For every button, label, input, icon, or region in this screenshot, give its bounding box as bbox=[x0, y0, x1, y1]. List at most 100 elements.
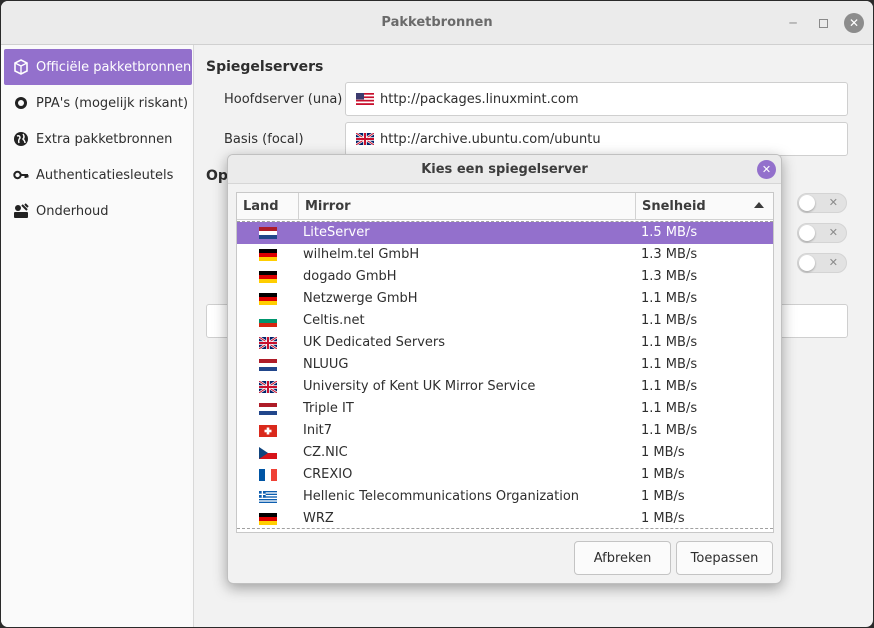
mirror-name: Celtis.net bbox=[303, 313, 365, 328]
flag-de-icon bbox=[259, 249, 277, 261]
mirror-speed: 1 MB/s bbox=[641, 511, 685, 526]
key-icon bbox=[13, 167, 29, 183]
title-bar: Pakketbronnen ─ ✕ bbox=[1, 1, 873, 45]
mirror-row[interactable]: Celtis.net 1.1 MB/s bbox=[237, 310, 773, 332]
list-header: Land Mirror Snelheid bbox=[237, 193, 773, 220]
sidebar-item-label: Extra pakketbronnen bbox=[36, 131, 173, 147]
off-icon: ✕ bbox=[828, 226, 838, 239]
mirror-row[interactable]: LiteServer 1.5 MB/s bbox=[237, 222, 773, 244]
flag-nl-icon bbox=[259, 403, 277, 415]
mirror-row[interactable]: Init7 1.1 MB/s bbox=[237, 420, 773, 442]
mirror-speed: 1.1 MB/s bbox=[641, 423, 698, 438]
mirror-name: wilhelm.tel GmbH bbox=[303, 247, 420, 262]
off-icon: ✕ bbox=[828, 196, 838, 209]
mirror-name: WRZ bbox=[303, 511, 334, 526]
mirror-name: NLUUG bbox=[303, 357, 349, 372]
globe-icon bbox=[13, 131, 29, 147]
mirror-name: CZ.NIC bbox=[303, 445, 348, 460]
flag-de-icon bbox=[259, 293, 277, 305]
close-icon: ✕ bbox=[848, 16, 860, 30]
mirror-speed: 1.1 MB/s bbox=[641, 291, 698, 306]
flag-de-icon bbox=[259, 513, 277, 525]
mirror-row[interactable]: CREXIO 1 MB/s bbox=[237, 464, 773, 486]
mirror-speed: 1.3 MB/s bbox=[641, 247, 698, 262]
sidebar-item-label: Authenticatiesleutels bbox=[36, 167, 174, 183]
mirror-speed: 1.1 MB/s bbox=[641, 313, 698, 328]
column-header-speed-label: Snelheid bbox=[642, 199, 706, 214]
mirror-row[interactable]: dogado GmbH 1.3 MB/s bbox=[237, 266, 773, 288]
mirror-list: Land Mirror Snelheid LiteServer 1.5 MB/s w… bbox=[236, 192, 774, 533]
mirror-rows: LiteServer 1.5 MB/s wilhelm.tel GmbH 1.3 MB… bbox=[237, 221, 773, 529]
column-header-mirror[interactable]: Mirror bbox=[299, 193, 636, 220]
sidebar-item-label: Officiële pakketbronnen bbox=[36, 59, 192, 75]
main-mirror-button[interactable]: http://packages.linuxmint.com bbox=[345, 82, 848, 116]
flag-gb-icon bbox=[259, 381, 277, 393]
flag-nl-icon bbox=[259, 359, 277, 371]
base-mirror-button[interactable]: http://archive.ubuntu.com/ubuntu bbox=[345, 122, 848, 156]
mirror-speed: 1.1 MB/s bbox=[641, 357, 698, 372]
mirror-name: University of Kent UK Mirror Service bbox=[303, 379, 536, 394]
flag-de-icon bbox=[259, 271, 277, 283]
sidebar-item-ppa[interactable]: PPA's (mogelijk riskant) bbox=[4, 85, 192, 121]
off-icon: ✕ bbox=[828, 256, 838, 269]
option-toggle-2[interactable]: ✕ bbox=[797, 223, 847, 243]
mirror-row[interactable]: University of Kent UK Mirror Service 1.1 … bbox=[237, 376, 773, 398]
cancel-button[interactable]: Afbreken bbox=[574, 541, 671, 575]
section-heading-mirrors: Spiegelservers bbox=[206, 59, 324, 75]
mirror-name: Netzwerge GmbH bbox=[303, 291, 418, 306]
close-window-button[interactable]: ✕ bbox=[844, 13, 864, 33]
section-heading-options: Op bbox=[206, 168, 228, 184]
base-mirror-label: Basis (focal) bbox=[224, 132, 304, 147]
flag-ch-icon bbox=[259, 425, 277, 437]
sidebar-item-keys[interactable]: Authenticatiesleutels bbox=[4, 157, 192, 193]
mirror-name: LiteServer bbox=[303, 225, 370, 240]
dialog-title: Kies een spiegelserver bbox=[421, 162, 588, 177]
flag-nl-icon bbox=[259, 227, 277, 239]
mirror-row[interactable]: NLUUG 1.1 MB/s bbox=[237, 354, 773, 376]
mirror-row[interactable]: Triple IT 1.1 MB/s bbox=[237, 398, 773, 420]
mirror-row[interactable]: UK Dedicated Servers 1.1 MB/s bbox=[237, 332, 773, 354]
flag-gr-icon bbox=[259, 491, 277, 503]
sidebar: Officiële pakketbronnen PPA's (mogelijk … bbox=[1, 45, 194, 627]
mirror-dialog: Kies een spiegelserver ✕ Land Mirror Sne… bbox=[227, 154, 782, 584]
sidebar-item-label: PPA's (mogelijk riskant) bbox=[36, 95, 189, 111]
maximize-button[interactable] bbox=[813, 13, 833, 33]
mirror-name: dogado GmbH bbox=[303, 269, 397, 284]
mirror-row[interactable]: wilhelm.tel GmbH 1.3 MB/s bbox=[237, 244, 773, 266]
mirror-name: Hellenic Telecommunications Organization bbox=[303, 489, 580, 504]
mirror-row[interactable]: Netzwerge GmbH 1.1 MB/s bbox=[237, 288, 773, 310]
option-toggle-3[interactable]: ✕ bbox=[797, 253, 847, 273]
minimize-icon: ─ bbox=[789, 16, 797, 30]
sidebar-item-extra[interactable]: Extra pakketbronnen bbox=[4, 121, 192, 157]
option-toggle-1[interactable]: ✕ bbox=[797, 193, 847, 213]
apply-button[interactable]: Toepassen bbox=[676, 541, 773, 575]
column-header-speed[interactable]: Snelheid bbox=[636, 193, 773, 220]
dialog-title-bar: Kies een spiegelserver ✕ bbox=[228, 155, 781, 184]
flag-fr-icon bbox=[259, 469, 277, 481]
dialog-close-button[interactable]: ✕ bbox=[757, 160, 776, 179]
sidebar-item-official[interactable]: Officiële pakketbronnen bbox=[4, 49, 192, 85]
ppa-icon bbox=[13, 95, 29, 111]
app-window: Pakketbronnen ─ ✕ Officiële pakketbronne… bbox=[0, 0, 874, 628]
mirror-row[interactable]: CZ.NIC 1 MB/s bbox=[237, 442, 773, 464]
mirror-speed: 1.1 MB/s bbox=[641, 379, 698, 394]
mirror-speed: 1 MB/s bbox=[641, 467, 685, 482]
mirror-speed: 1 MB/s bbox=[641, 489, 685, 504]
mirror-speed: 1 MB/s bbox=[641, 445, 685, 460]
minimize-button[interactable]: ─ bbox=[783, 13, 803, 33]
flag-gb-icon bbox=[356, 133, 374, 145]
mirror-row[interactable]: WRZ 1 MB/s bbox=[237, 508, 773, 528]
base-mirror-value: http://archive.ubuntu.com/ubuntu bbox=[380, 131, 601, 147]
window-title: Pakketbronnen bbox=[381, 15, 493, 30]
mirror-name: CREXIO bbox=[303, 467, 353, 482]
sidebar-item-maintenance[interactable]: Onderhoud bbox=[4, 193, 192, 229]
mirror-speed: 1.3 MB/s bbox=[641, 269, 698, 284]
flag-us-icon bbox=[356, 93, 374, 105]
mirror-speed: 1.5 MB/s bbox=[641, 225, 698, 240]
column-header-land[interactable]: Land bbox=[237, 193, 299, 220]
mirror-name: Init7 bbox=[303, 423, 333, 438]
mirror-speed: 1.1 MB/s bbox=[641, 335, 698, 350]
main-mirror-value: http://packages.linuxmint.com bbox=[380, 91, 579, 107]
maintenance-icon bbox=[13, 203, 29, 219]
mirror-row[interactable]: Hellenic Telecommunications Organization… bbox=[237, 486, 773, 508]
